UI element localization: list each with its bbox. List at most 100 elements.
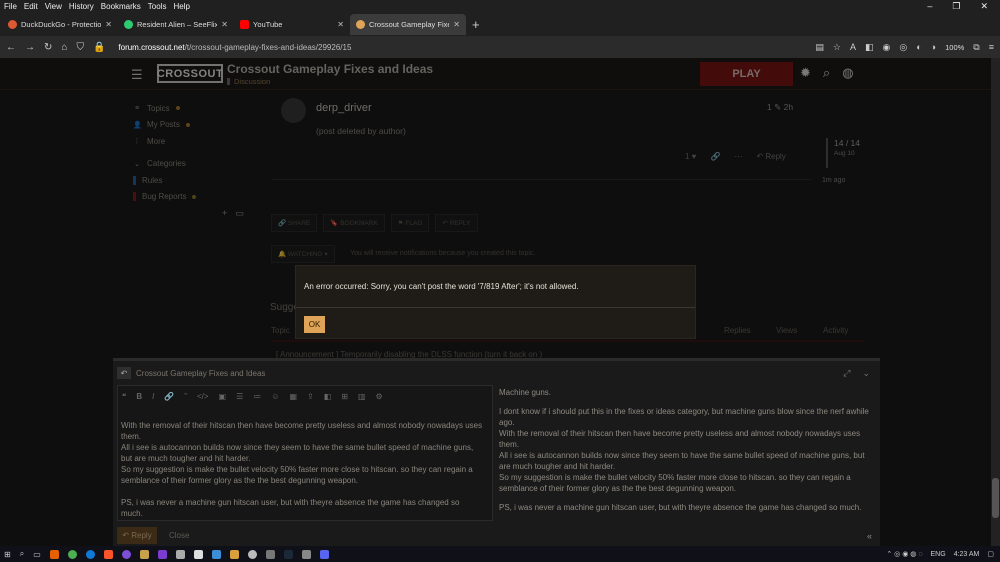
app-icon[interactable] (229, 549, 239, 559)
bookmark-star-icon[interactable]: ☆ (833, 42, 841, 53)
menu-icon[interactable]: ≡ (989, 42, 994, 52)
blockquote-icon[interactable]: ” (184, 392, 187, 401)
collapse-preview-icon[interactable]: « (867, 531, 872, 541)
extension-icon[interactable]: ◎ (899, 42, 907, 53)
date-icon[interactable]: ▦ (289, 392, 297, 401)
seeflix-icon (124, 20, 133, 29)
menu-history[interactable]: History (69, 2, 94, 11)
composer-close-link[interactable]: Close (169, 531, 189, 540)
home-icon[interactable]: ⌂ (61, 42, 67, 53)
code-icon[interactable]: </> (197, 392, 209, 401)
edge-icon[interactable] (85, 549, 95, 559)
clock[interactable]: 4:23 AM (954, 551, 980, 558)
bold-icon[interactable]: B (136, 392, 142, 401)
hide-details-icon[interactable]: ◧ (324, 392, 332, 401)
tab-label: YouTube (253, 20, 283, 29)
numbered-list-icon[interactable]: ≔ (253, 392, 261, 401)
menu-view[interactable]: View (45, 2, 62, 11)
url-bar[interactable]: forum.crossout.net/t/crossout-gameplay-f… (118, 43, 351, 52)
reload-icon[interactable]: ↻ (44, 42, 52, 53)
notifications-icon[interactable]: ▢ (987, 550, 994, 558)
preview-line: PS, i was never a machine gun hitscan us… (499, 503, 862, 512)
tray-icons[interactable]: ⌃ ◎ ◉ ◍ ◌ (886, 550, 922, 558)
firefox-icon[interactable] (49, 549, 59, 559)
scrollbar-thumb[interactable] (992, 478, 999, 518)
chrome-icon[interactable] (67, 549, 77, 559)
menu-help[interactable]: Help (173, 2, 189, 11)
gear-icon[interactable]: ⚙ (376, 392, 383, 401)
close-window-button[interactable]: ✕ (980, 1, 988, 12)
menu-file[interactable]: File (4, 2, 17, 11)
shield-icon[interactable]: ⛉ (76, 42, 84, 53)
quote-icon[interactable]: ❝ (122, 392, 126, 401)
discord-icon[interactable] (319, 549, 329, 559)
extension-icon[interactable]: ◧ (865, 42, 874, 53)
task-view-icon[interactable]: ▭ (33, 550, 41, 559)
tab-youtube[interactable]: YouTube ✕ (234, 14, 350, 35)
app-icon[interactable] (301, 549, 311, 559)
back-icon[interactable]: ← (6, 42, 16, 53)
chevron-down-icon[interactable]: ⌄ (862, 368, 870, 379)
italic-icon[interactable]: I (152, 392, 154, 401)
app-icon[interactable] (139, 549, 149, 559)
extension-icon[interactable]: ◐ (916, 42, 921, 52)
steam-icon[interactable] (283, 549, 293, 559)
menu-tools[interactable]: Tools (148, 2, 167, 11)
link-icon[interactable]: 🔗 (164, 392, 174, 401)
tab-seeflix[interactable]: Resident Alien – SeeFlix ✕ (118, 14, 234, 35)
composer-topic-title: Crossout Gameplay Fixes and Ideas (136, 369, 266, 378)
composer-editor[interactable]: ❝ B I 🔗 ” </> ▣ ☰ ≔ ☺ ▦ ⇪ ◧ ⊞ ▥ ⚙ With t… (117, 385, 493, 521)
app-icon[interactable] (211, 549, 221, 559)
app-icon[interactable] (193, 549, 203, 559)
minimize-button[interactable]: – (927, 1, 932, 12)
tab-crossout[interactable]: Crossout Gameplay Fixes and Ideas ✕ (350, 14, 466, 35)
modal-divider (296, 307, 695, 308)
lock-icon[interactable]: 🔒 (93, 42, 105, 53)
app-icon[interactable] (175, 549, 185, 559)
menu-bookmarks[interactable]: Bookmarks (101, 2, 141, 11)
window-controls: – ❐ ✕ (927, 1, 1000, 12)
editor-text[interactable]: With the removal of their hitscan then h… (121, 420, 483, 519)
reply-label: Reply (131, 531, 152, 540)
reply-icon[interactable]: ↶ (117, 367, 131, 379)
app-icon[interactable] (157, 549, 167, 559)
composer-reply-button[interactable]: ↶ Reply (117, 527, 157, 544)
close-tab-icon[interactable]: ✕ (221, 20, 228, 29)
composer-preview: Machine guns. I dont know if i should pu… (499, 387, 869, 517)
editor-line: All i see is autocannon builds now since… (121, 443, 474, 463)
extension-icon[interactable]: ◑ (931, 42, 936, 52)
zoom-level[interactable]: 100% (945, 43, 964, 52)
ok-button[interactable]: OK (304, 316, 325, 333)
duckduckgo-icon (8, 20, 17, 29)
maximize-button[interactable]: ❐ (952, 1, 960, 12)
close-tab-icon[interactable]: ✕ (105, 20, 112, 29)
image-icon[interactable]: ▣ (219, 392, 227, 401)
chart-icon[interactable]: ▥ (358, 392, 366, 401)
brave-icon[interactable] (103, 549, 113, 559)
start-icon[interactable]: ⊞ (4, 550, 11, 559)
app-icon[interactable] (265, 549, 275, 559)
editor-line: So my suggestion is make the bullet velo… (121, 465, 473, 485)
grid-icon[interactable]: ⊞ (341, 392, 348, 401)
app-icon[interactable] (247, 549, 257, 559)
new-tab-button[interactable]: + (466, 17, 486, 32)
fullscreen-icon[interactable]: ⤢ (843, 368, 850, 379)
preview-line: With the removal of their hitscan then h… (499, 429, 861, 449)
app-icon[interactable] (121, 549, 131, 559)
forward-icon[interactable]: → (25, 42, 35, 53)
extension-icon[interactable]: ◉ (883, 42, 891, 53)
menu-edit[interactable]: Edit (24, 2, 38, 11)
close-tab-icon[interactable]: ✕ (453, 20, 460, 29)
language-indicator[interactable]: ENG (931, 551, 946, 558)
page-scrollbar[interactable] (991, 58, 1000, 546)
reader-view-icon[interactable]: ▤ (815, 42, 824, 53)
close-tab-icon[interactable]: ✕ (337, 20, 344, 29)
extensions-icon[interactable]: ⧉ (973, 42, 979, 53)
tab-duckduckgo[interactable]: DuckDuckGo - Protection. Privacy ✕ (2, 14, 118, 35)
bullet-list-icon[interactable]: ☰ (236, 392, 243, 401)
upload-icon[interactable]: ⇪ (307, 392, 314, 401)
url-host: forum.crossout.net (118, 42, 185, 52)
emoji-icon[interactable]: ☺ (271, 392, 279, 401)
search-icon[interactable]: ⌕ (20, 549, 24, 559)
font-icon[interactable]: A (850, 42, 856, 52)
